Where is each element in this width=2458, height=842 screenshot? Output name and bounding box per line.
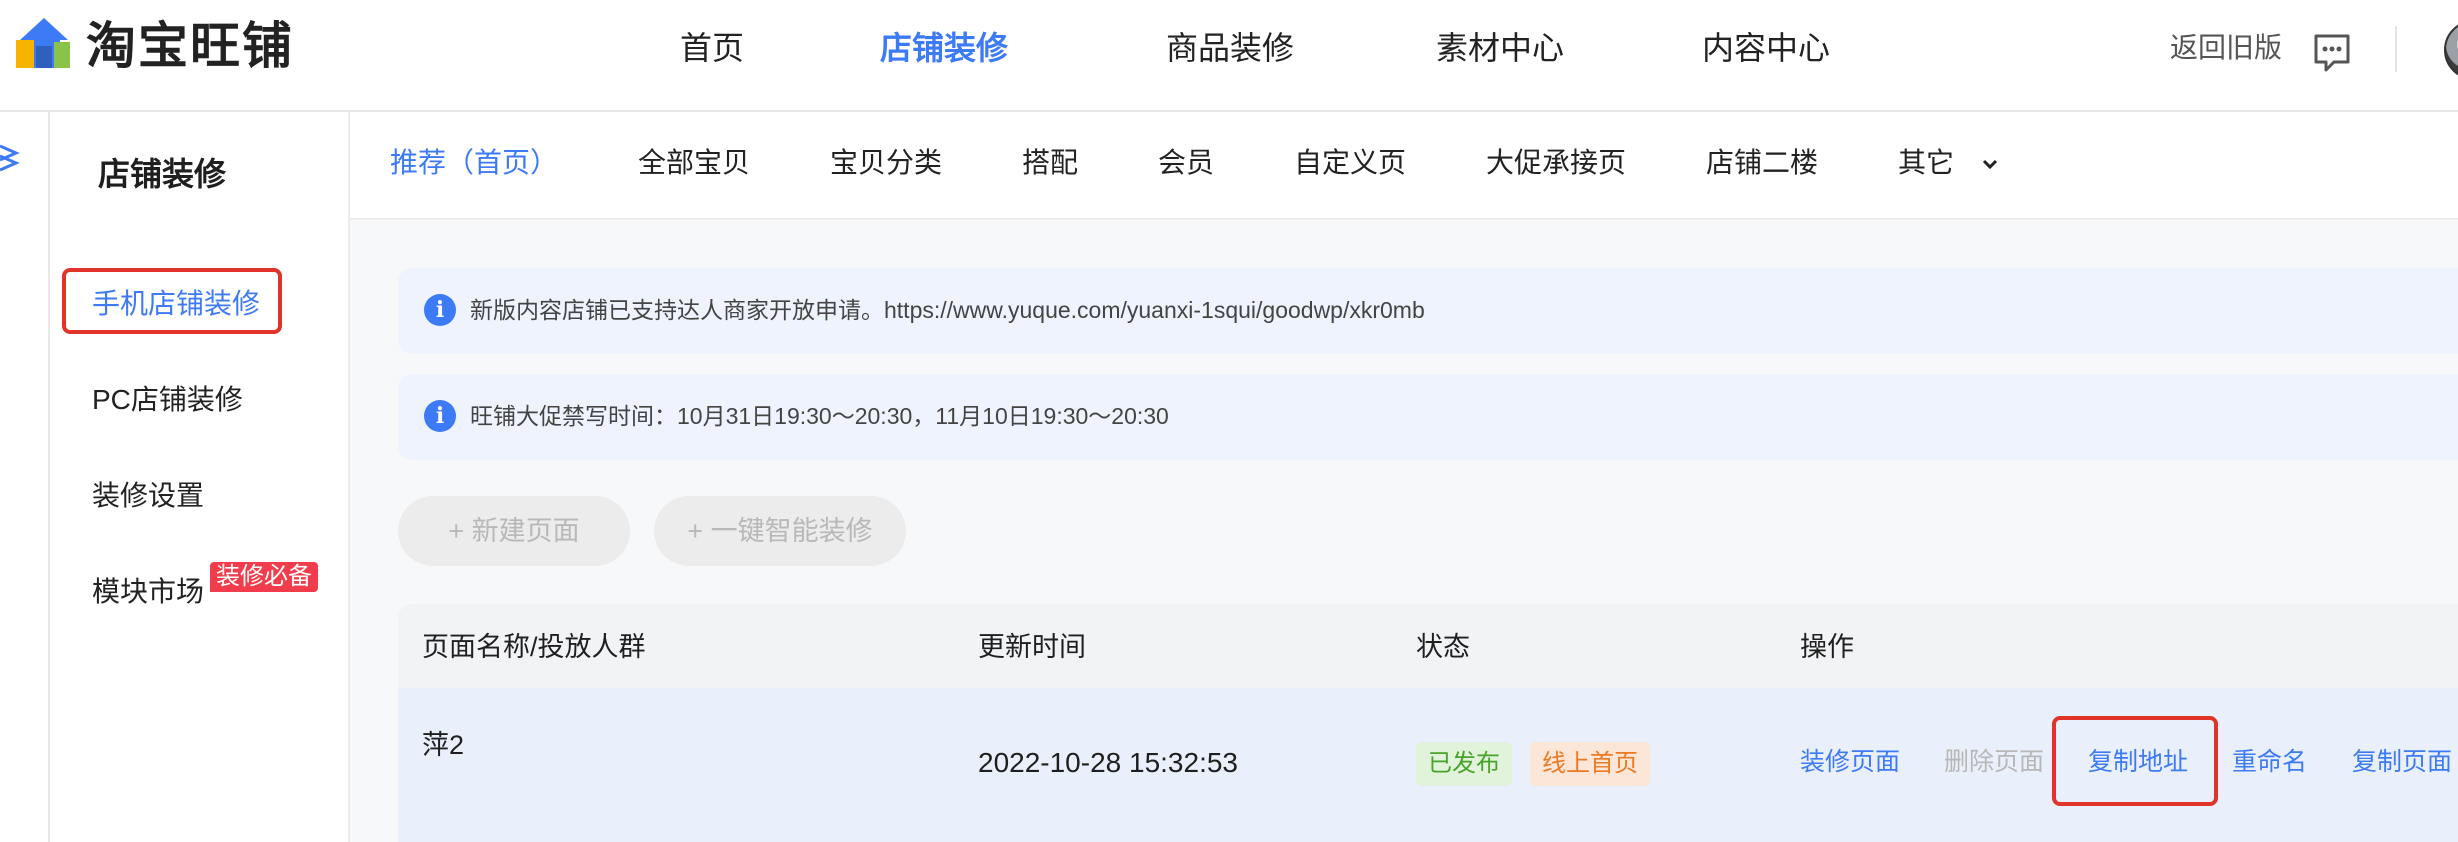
tab-shop-second-floor[interactable]: 店铺二楼 (1706, 143, 1818, 183)
decorate-page-link[interactable]: 装修页面 (1800, 744, 1900, 780)
rename-link[interactable]: 重命名 (2232, 744, 2307, 780)
tab-product-categories[interactable]: 宝贝分类 (830, 143, 942, 183)
expand-menu-icon[interactable] (0, 140, 20, 176)
header-divider (2395, 26, 2397, 72)
tab-bundles[interactable]: 搭配 (1022, 143, 1078, 183)
notice-text: 新版内容店铺已支持达人商家开放申请。https://www.yuque.com/… (470, 297, 1425, 323)
logo-text[interactable]: 淘宝旺铺 (86, 16, 294, 76)
sidebar-item-mobile-shop-decoration[interactable]: 手机店铺装修 (92, 284, 260, 324)
nav-material-center[interactable]: 素材中心 (1436, 24, 1564, 72)
notice-text: 旺铺大促禁写时间：10月31日19:30～20:30，11月10日19:30～2… (470, 403, 1169, 429)
collapsed-rail (0, 112, 50, 842)
status-badge-published: 已发布 (1416, 742, 1512, 786)
sidebar-item-decoration-settings[interactable]: 装修设置 (92, 476, 204, 516)
tab-members[interactable]: 会员 (1158, 143, 1214, 183)
tab-all-products[interactable]: 全部宝贝 (638, 143, 750, 183)
module-market-badge: 装修必备 (210, 562, 318, 592)
column-header-updated-time: 更新时间 (978, 632, 1086, 662)
updated-time-cell: 2022-10-28 15:32:53 (978, 747, 1238, 778)
info-icon: i (424, 400, 456, 432)
column-header-operations: 操作 (1800, 632, 1854, 662)
chevron-down-icon[interactable] (1980, 154, 2000, 174)
nav-shop-decoration[interactable]: 店铺装修 (880, 24, 1008, 72)
sidebar-item-pc-shop-decoration[interactable]: PC店铺装修 (92, 380, 243, 420)
back-to-old-version-link[interactable]: 返回旧版 (2170, 28, 2282, 68)
status-badge-online-home: 线上首页 (1530, 742, 1650, 786)
page-name-cell: 萍2 (422, 730, 465, 760)
copy-address-link[interactable]: 复制地址 (2088, 744, 2188, 780)
column-header-status: 状态 (1416, 632, 1470, 662)
tab-recommend-home[interactable]: 推荐（首页） (390, 143, 558, 183)
sidebar-title: 店铺装修 (98, 156, 227, 192)
nav-home[interactable]: 首页 (680, 24, 744, 72)
delete-page-link[interactable]: 删除页面 (1944, 744, 2044, 780)
smart-decoration-button[interactable]: + 一键智能装修 (654, 496, 906, 566)
feedback-chat-icon[interactable] (2312, 32, 2352, 76)
tab-custom-page[interactable]: 自定义页 (1294, 143, 1406, 183)
tab-others[interactable]: 其它 (1898, 143, 1954, 183)
sidebar-item-module-market[interactable]: 模块市场 (92, 572, 204, 612)
nav-product-decoration[interactable]: 商品装修 (1166, 24, 1294, 72)
tab-promo-landing[interactable]: 大促承接页 (1486, 143, 1626, 183)
info-icon: i (424, 294, 456, 326)
new-page-button[interactable]: + 新建页面 (398, 496, 630, 566)
taobao-shop-logo-icon[interactable] (14, 14, 74, 74)
copy-page-link[interactable]: 复制页面 (2352, 744, 2452, 780)
nav-content-center[interactable]: 内容中心 (1702, 24, 1830, 72)
column-header-page-name: 页面名称/投放人群 (422, 632, 646, 662)
